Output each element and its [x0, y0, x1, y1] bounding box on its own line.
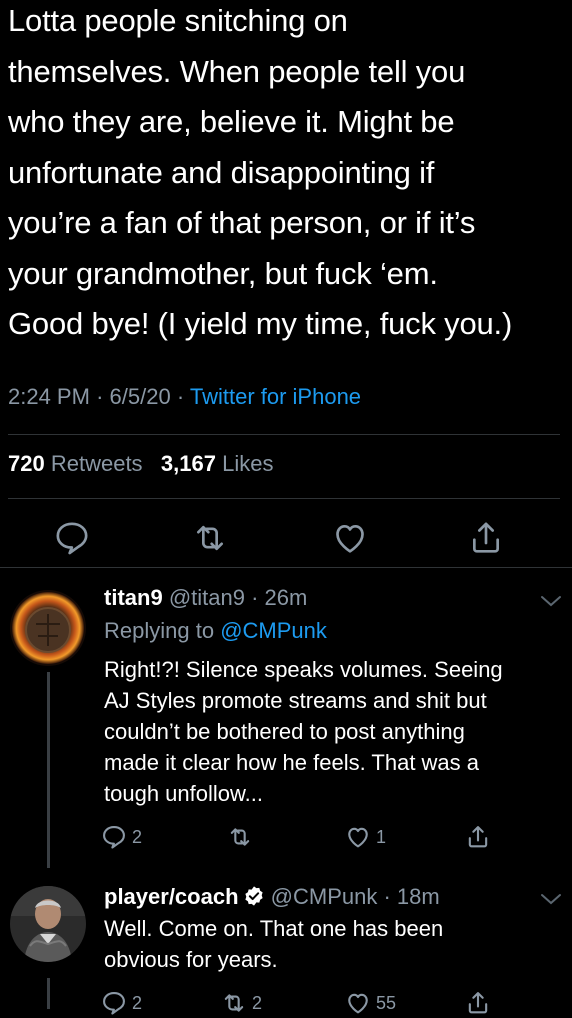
- retweet-icon: [224, 994, 244, 1012]
- reply-line: obvious for years.: [104, 947, 278, 972]
- like-icon: [336, 525, 364, 553]
- replying-to: Replying to @CMPunk: [104, 618, 327, 643]
- thread-line: [47, 672, 50, 868]
- tweet-meta: 2:24 PM · 6/5/20 · Twitter for iPhone: [8, 384, 362, 409]
- like-button[interactable]: [330, 518, 370, 558]
- replying-to-handle[interactable]: @CMPunk: [220, 618, 327, 643]
- chevron-down-icon[interactable]: [540, 594, 562, 608]
- reply-tweet[interactable]: player/coach @CMPunk · 18m Well. Come on…: [0, 868, 572, 1015]
- like-button[interactable]: 1: [344, 822, 386, 852]
- reply-icon: [103, 826, 125, 849]
- avatar[interactable]: [10, 590, 86, 666]
- tweet-line: you’re a fan of that person, or if it’s: [8, 205, 476, 240]
- user-handle[interactable]: @titan9: [169, 585, 245, 610]
- user-handle[interactable]: @CMPunk: [271, 884, 378, 909]
- retweet-button[interactable]: [190, 518, 230, 558]
- like-count: 1: [376, 826, 387, 847]
- reply-line: Well. Come on. That one has been: [104, 916, 444, 941]
- reply-button[interactable]: 2: [100, 822, 142, 852]
- avatar[interactable]: [10, 886, 86, 962]
- display-name[interactable]: titan9: [104, 585, 163, 610]
- tweet-line: your grandmother, but fuck ‘em.: [8, 255, 438, 291]
- retweet-count: 2: [252, 992, 263, 1013]
- tweet-line: Lotta people snitching on: [8, 3, 348, 38]
- share-button[interactable]: [466, 518, 506, 558]
- tweet-line: Good bye! (I yield my time, fuck you.): [8, 306, 513, 341]
- reply-icon: [56, 522, 88, 555]
- reply-header: titan9 @titan9 · 26m: [104, 585, 308, 610]
- tweet-stats: 720 Retweets 3,167 Likes: [8, 451, 273, 477]
- like-icon: [348, 993, 368, 1014]
- reply-header: player/coach @CMPunk · 18m: [104, 884, 440, 909]
- chevron-down-icon[interactable]: [540, 892, 562, 906]
- like-count: 55: [376, 992, 397, 1013]
- retweet-button[interactable]: [226, 822, 254, 852]
- reply-line: couldn’t be bothered to post anything: [104, 719, 465, 744]
- reply-time: 18m: [396, 884, 440, 909]
- tweet-line: themselves. When people tell you: [8, 53, 466, 89]
- tweet-time: 2:24 PM: [8, 384, 90, 409]
- reply-tweet[interactable]: titan9 @titan9 · 26m Replying to @CMPunk…: [0, 568, 572, 868]
- reply-action-bar: 2 2 55: [100, 988, 500, 1018]
- tweet-source-link[interactable]: Twitter for iPhone: [190, 384, 361, 409]
- reply-count: 2: [132, 826, 143, 847]
- reply-time: 26m: [264, 585, 308, 610]
- reply-text: Right!?! Silence speaks volumes. Seeing …: [104, 654, 554, 809]
- reply-line: tough unfollow...: [104, 781, 264, 806]
- retweets-stat[interactable]: 720 Retweets: [8, 451, 143, 476]
- divider: [8, 434, 560, 435]
- reply-line: made it clear how he feels. That was a: [104, 750, 480, 775]
- reply-line: AJ Styles promote streams and shit but: [104, 688, 487, 713]
- reply-text: Well. Come on. That one has been obvious…: [104, 913, 554, 975]
- divider: [8, 498, 560, 499]
- reply-button[interactable]: 2: [100, 988, 142, 1018]
- reply-button[interactable]: [52, 518, 92, 558]
- tweet-date: 6/5/20: [109, 384, 171, 409]
- share-icon: [468, 826, 488, 848]
- like-icon: [348, 827, 368, 848]
- share-icon: [473, 522, 499, 553]
- reply-icon: [103, 992, 125, 1015]
- share-button[interactable]: [464, 822, 492, 852]
- thread-line: [47, 978, 50, 1009]
- tweet-line: unfortunate and disappointing if: [8, 154, 435, 190]
- retweet-icon: [197, 525, 223, 551]
- reply-line: Right!?! Silence speaks volumes. Seeing: [104, 657, 503, 682]
- tweet-action-bar: [0, 512, 572, 560]
- verified-badge-icon: [244, 886, 263, 906]
- retweet-button[interactable]: 2: [220, 988, 262, 1018]
- like-button[interactable]: 55: [344, 988, 396, 1018]
- likes-stat[interactable]: 3,167 Likes: [161, 451, 274, 476]
- reply-count: 2: [132, 992, 143, 1013]
- tweet-line: who they are, believe it. Might be: [8, 104, 455, 139]
- reply-action-bar: 2 1: [100, 822, 500, 852]
- share-icon: [468, 992, 488, 1014]
- share-button[interactable]: [464, 988, 492, 1018]
- display-name[interactable]: player/coach: [104, 884, 239, 909]
- retweet-icon: [230, 828, 250, 846]
- tweet-text: Lotta people snitching on themselves. Wh…: [8, 0, 568, 350]
